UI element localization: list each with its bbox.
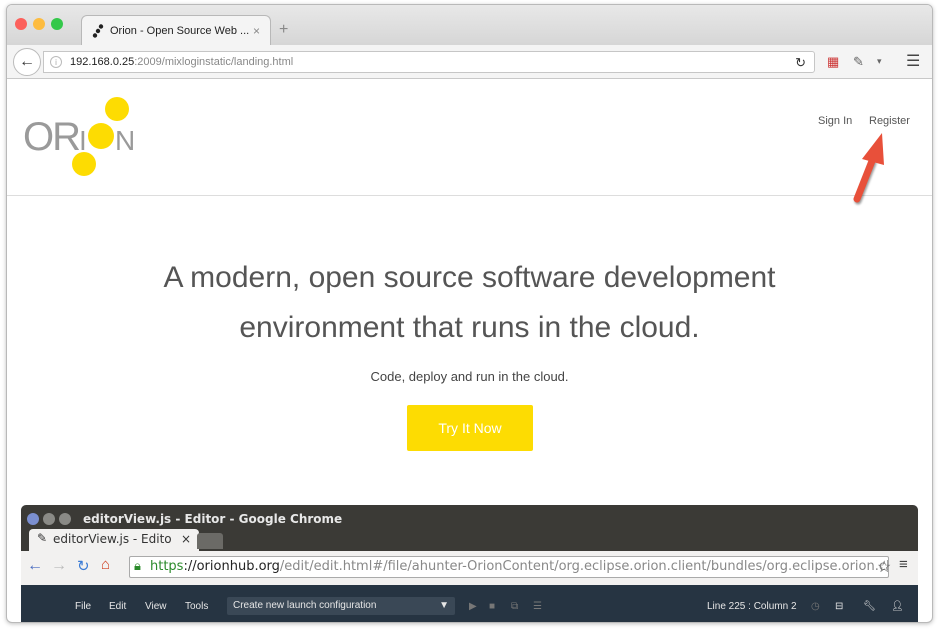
embedded-maximize-icon <box>59 513 71 525</box>
open-external-icon: ⧉ <box>511 601 519 612</box>
new-tab-button[interactable]: + <box>279 21 288 39</box>
fit-width-icon: ⊟ <box>835 601 844 612</box>
user-icon: 👤︎ <box>891 601 904 612</box>
menu-file: File <box>75 601 92 612</box>
orion-logo[interactable]: OR I N <box>21 95 143 181</box>
chevron-down-icon: ▼ <box>439 600 449 611</box>
lock-icon: 🔒︎ <box>134 559 141 574</box>
embedded-forward-icon: → <box>51 557 67 574</box>
site-header: OR I N Sign In Register <box>7 79 932 203</box>
sign-in-link[interactable]: Sign In <box>818 115 852 127</box>
headline-line-1: A modern, open source software developme… <box>163 261 776 294</box>
close-window-button[interactable] <box>15 18 27 30</box>
embedded-tab-close-icon: × <box>180 532 191 546</box>
launch-config-select: Create new launch configuration ▼ <box>227 597 455 615</box>
svg-text:N: N <box>115 125 135 156</box>
minimize-window-button[interactable] <box>33 18 45 30</box>
url-path: /edit/edit.html#/file/ahunter-OrionConte… <box>279 559 889 574</box>
back-button[interactable]: ← <box>13 48 41 76</box>
timer-icon: ◷ <box>811 601 820 612</box>
embedded-tab-title: editorView.js - Edito <box>53 532 172 546</box>
register-link[interactable]: Register <box>869 115 910 127</box>
embedded-url: 🔒︎ https://orionhub.org/edit/edit.html#/… <box>129 556 889 578</box>
reload-icon[interactable]: ↻ <box>795 55 806 71</box>
embedded-tab: ✎ editorView.js - Edito × <box>29 529 199 551</box>
url-host: ://orionhub.org <box>183 559 280 574</box>
star-icon: ☆ <box>877 559 892 576</box>
tab-close-icon[interactable]: × <box>253 24 260 38</box>
list-icon: ☰ <box>533 601 542 612</box>
svg-text:OR: OR <box>23 115 81 159</box>
extension-icon[interactable]: ▦ <box>827 54 839 70</box>
info-icon[interactable]: i <box>50 56 62 68</box>
svg-text:I: I <box>79 125 87 156</box>
embedded-close-icon <box>27 513 39 525</box>
pencil-icon: ✎ <box>37 531 48 545</box>
arrow-annotation-icon <box>853 133 884 203</box>
url-bar[interactable]: i 192.168.0.25:2009/mixloginstatic/landi… <box>43 51 815 73</box>
menu-icon[interactable]: ☰ <box>906 51 920 71</box>
embedded-reload-icon: ↻ <box>77 558 90 575</box>
tab-title: Orion - Open Source Web ... <box>110 24 250 37</box>
tab-orion[interactable]: Orion - Open Source Web ... × <box>81 15 271 45</box>
menu-edit: Edit <box>109 601 127 612</box>
cursor-position: Line 225 : Column 2 <box>707 601 797 612</box>
orion-favicon-icon <box>92 24 104 38</box>
editor-toolbar: File Edit View Tools Create new launch c… <box>21 585 918 622</box>
menu-view: View <box>145 601 167 612</box>
embedded-minimize-icon <box>43 513 55 525</box>
browser-window: Orion - Open Source Web ... × + i 192.16… <box>6 4 933 623</box>
url-scheme: https <box>150 559 184 574</box>
play-icon: ▶ <box>469 601 477 612</box>
embedded-window-title: editorView.js - Editor - Google Chrome <box>83 512 343 526</box>
url-path: :2009/mixloginstatic/landing.html <box>134 56 294 68</box>
embedded-home-icon: ⌂ <box>101 556 111 573</box>
wrench-icon: 🔧︎ <box>863 601 876 612</box>
try-it-now-button[interactable]: Try It Now <box>407 405 533 451</box>
eyedropper-icon[interactable]: ✎ <box>853 54 864 70</box>
url-host: 192.168.0.25 <box>70 56 135 68</box>
hero-headline: A modern, open source software developme… <box>7 253 932 353</box>
maximize-window-button[interactable] <box>51 18 63 30</box>
headline-line-2: environment that runs in the cloud. <box>239 311 700 344</box>
embedded-editor-screenshot: editorView.js - Editor - Google Chrome ✎… <box>21 505 918 622</box>
tab-bar: Orion - Open Source Web ... × + <box>7 5 932 45</box>
embedded-address-bar: ← → ↻ ⌂ 🔒︎ https://orionhub.org/edit/edi… <box>21 551 918 585</box>
embedded-menu-icon: ≡ <box>899 556 908 573</box>
nav-bar: i 192.168.0.25:2009/mixloginstatic/landi… <box>7 45 932 79</box>
stop-icon: ■ <box>489 601 496 612</box>
launch-config-value: Create new launch configuration <box>233 600 377 611</box>
dropdown-icon[interactable]: ▾ <box>877 56 882 67</box>
embedded-back-icon: ← <box>27 557 43 574</box>
hero-subtitle: Code, deploy and run in the cloud. <box>370 369 569 384</box>
embedded-new-tab <box>197 533 223 549</box>
menu-tools: Tools <box>185 601 209 612</box>
